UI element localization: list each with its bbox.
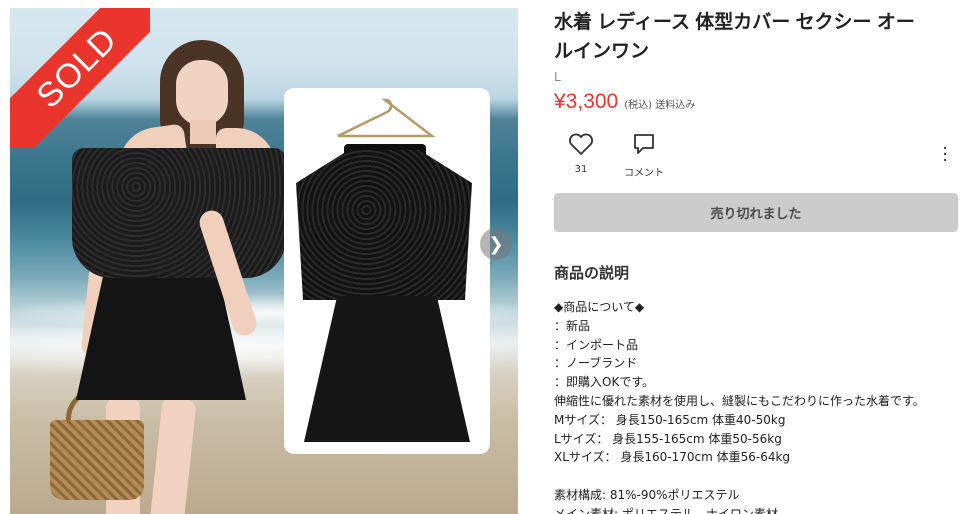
vertical-dots-icon[interactable]: · · · — [942, 140, 948, 170]
comment-button[interactable]: コメント — [614, 132, 674, 179]
description-line: Mサイズ： 身長150-165cm 体重40-50kg — [554, 412, 786, 427]
description-heading: 商品の説明 — [554, 264, 630, 282]
sold-out-button[interactable]: 売り切れました — [554, 193, 958, 232]
description-line — [554, 467, 958, 486]
product-info: 水着 レディース 体型カバー セクシー オー ルインワン L ¥3,300 (税… — [554, 8, 958, 114]
like-button[interactable]: 31 — [551, 132, 611, 175]
description-line: 素材構成: 81%-90%ポリエステル — [554, 487, 740, 502]
sold-band: SOLD — [10, 8, 150, 148]
product-price: ¥3,300 — [554, 90, 619, 113]
description-line: Lサイズ： 身長155-165cm 体重50-56kg — [554, 431, 782, 446]
price-row: ¥3,300 (税込) 送料込み — [554, 90, 958, 114]
like-count: 31 — [574, 164, 588, 175]
model-face — [176, 60, 228, 126]
product-lace-top — [296, 150, 472, 300]
description-line: XLサイズ： 身長160-170cm 体重56-64kg — [554, 450, 791, 465]
sold-label: SOLD — [29, 20, 125, 116]
comment-label: コメント — [624, 168, 664, 179]
description-line: ：ノーブランド — [554, 356, 638, 371]
chevron-right-icon[interactable]: ❯ — [480, 228, 512, 260]
hanger-icon — [337, 98, 436, 138]
description-line: ◆商品について◆ — [554, 300, 645, 314]
description-line: ：新品 — [554, 318, 591, 333]
product-title-line1: 水着 レディース 体型カバー セクシー オー — [554, 12, 915, 33]
description-line: メイン素材: ポリエステル、ナイロン素材 — [554, 506, 778, 514]
tax-shipping-note: (税込) 送料込み — [624, 100, 696, 111]
straw-basket — [50, 420, 144, 500]
comment-icon — [634, 134, 654, 154]
product-title-line2: ルインワン — [554, 41, 650, 62]
product-title: 水着 レディース 体型カバー セクシー オー ルインワン — [554, 8, 958, 66]
model-lace-top — [72, 148, 286, 278]
product-actions: 31 コメント · · · — [551, 132, 958, 179]
description-line: 伸縮性に優れた素材を使用し、縫製にもこだわりに作った水着です。 — [554, 393, 925, 408]
model-neck — [190, 120, 216, 144]
description-line: ：インポート品 — [554, 337, 639, 352]
product-size: L — [554, 70, 561, 84]
heart-icon — [569, 133, 593, 155]
model-leg — [149, 396, 197, 514]
description-line: ：即購入OKです。 — [554, 375, 655, 390]
sold-ribbon: SOLD — [10, 8, 150, 148]
description-body: ◆商品について◆ ：新品 ：インポート品 ：ノーブランド ：即購入OKです。 伸… — [554, 298, 958, 514]
